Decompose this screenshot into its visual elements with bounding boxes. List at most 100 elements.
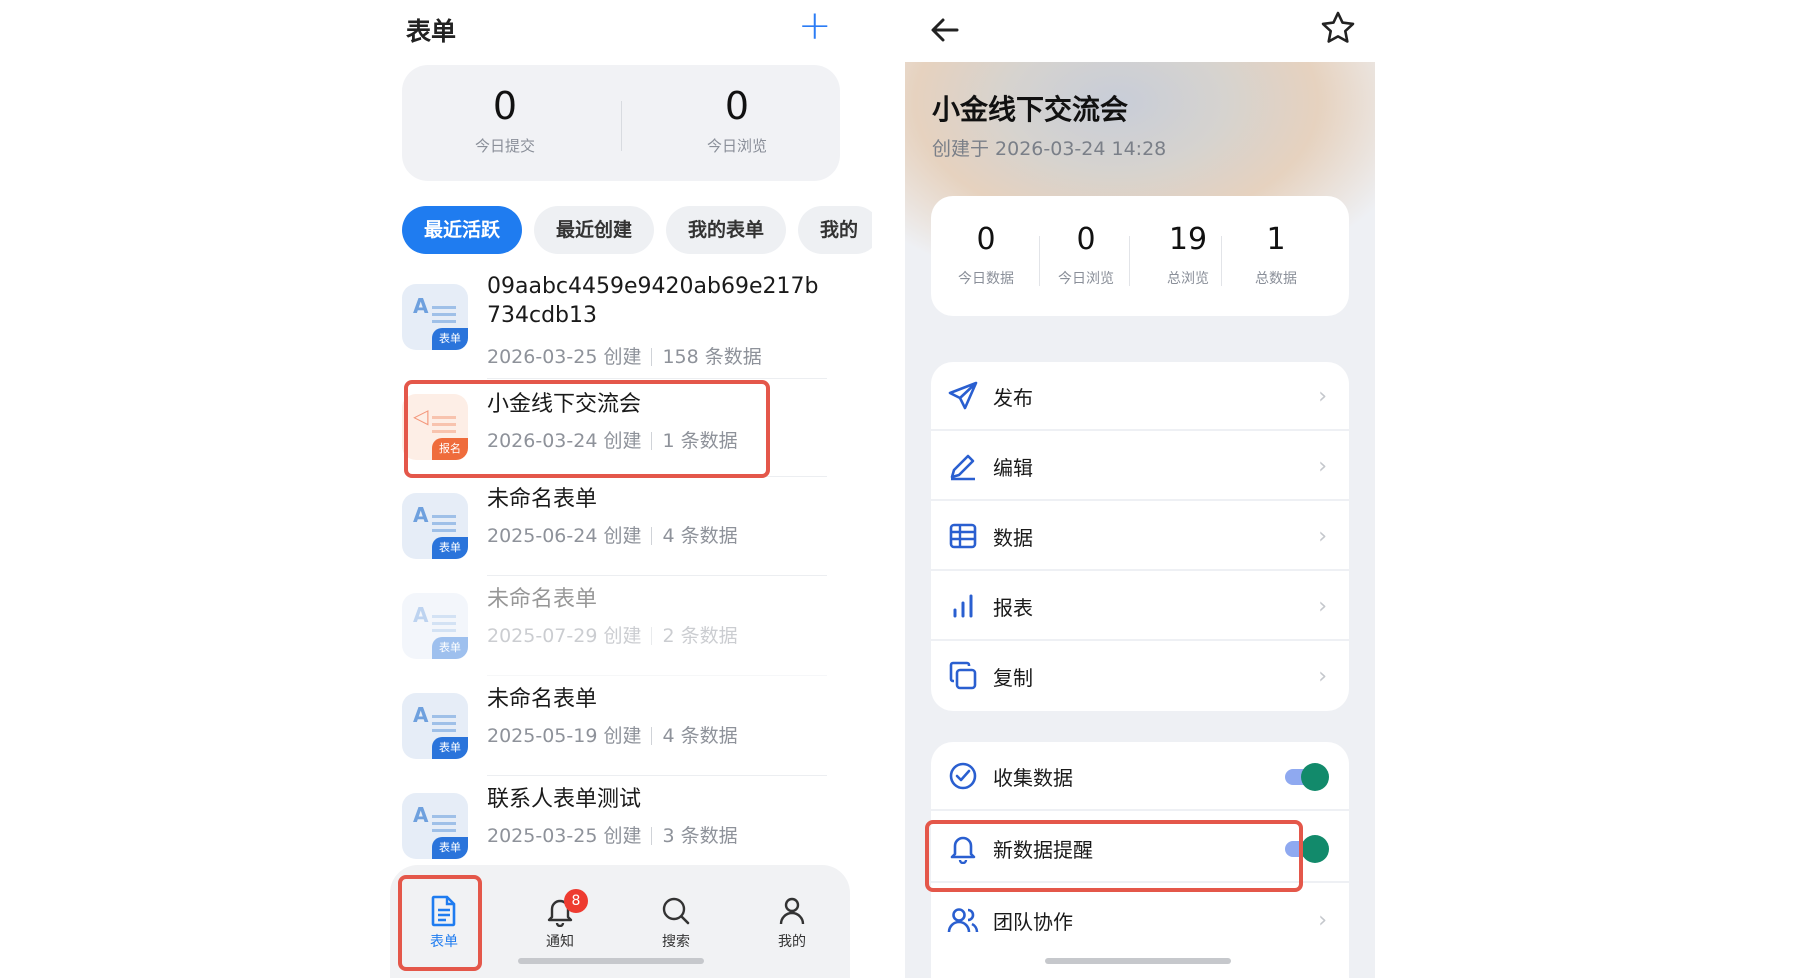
divider [487,675,827,676]
tab-recent-created[interactable]: 最近创建 [534,206,655,254]
stat-value: 0 [492,84,518,128]
form-icon: A 表单 [402,693,468,759]
list-item[interactable]: A 表单 09aabc4459e9420ab69e217b734cdb13 20… [402,272,842,382]
list-item[interactable]: A 表单 联系人表单测试 2025-03-25 创建 3 条数据 [402,785,842,865]
menu-data[interactable]: 数据 › [931,502,1349,571]
stat-total-views: 19 总浏览 [1143,222,1233,288]
nav-notifications[interactable]: 8 通知 [520,889,600,951]
action-menu: 发布 › 编辑 › 数据 › 报表 › 复制 › [931,362,1349,711]
chevron-right-icon: › [1318,594,1327,619]
nav-me[interactable]: 我的 [752,895,832,951]
form-tag: 表单 [432,637,468,659]
stat-value: 0 [1076,222,1096,257]
stat-value: 1 [1266,222,1286,257]
list-item[interactable]: ◁ 报名 小金线下交流会 2026-03-24 创建 1 条数据 [402,390,842,480]
item-count: 158 条数据 [662,346,762,368]
users-icon [947,904,979,936]
nav-label: 通知 [546,934,574,950]
menu-label: 收集数据 [993,766,1073,790]
item-title: 未命名表单 [487,587,598,612]
stat-today-views: 0 今日浏览 [672,83,802,156]
back-arrow-icon[interactable] [925,10,965,50]
stat-label: 今日提交 [474,137,535,155]
filter-tabs: 最近活跃 最近创建 我的表单 我的 [402,206,872,256]
menu-label: 报表 [993,596,1033,620]
item-count: 4 条数据 [662,725,738,747]
divider [487,775,827,776]
setting-team-collab[interactable]: 团队协作 › [931,886,1349,955]
stat-label: 今日浏览 [706,137,767,155]
list-item[interactable]: A 表单 未命名表单 2025-07-29 创建 2 条数据 [402,585,842,676]
chevron-right-icon: › [1318,524,1327,549]
item-created: 2025-06-24 创建 [487,525,642,547]
nav-label: 搜索 [662,934,690,950]
send-icon [947,380,979,412]
nav-label: 表单 [430,934,458,950]
form-name: 小金线下交流会 [932,93,1129,126]
tab-my-other[interactable]: 我的 [798,206,872,254]
plus-icon[interactable]: + [798,6,832,46]
form-icon: A 表单 [402,793,468,859]
bar-chart-icon [947,590,979,622]
menu-copy[interactable]: 复制 › [931,642,1349,711]
menu-report[interactable]: 报表 › [931,572,1349,641]
item-created: 2025-07-29 创建 [487,625,642,647]
item-count: 4 条数据 [662,525,738,547]
star-icon[interactable] [1318,8,1358,48]
form-icon: A 表单 [402,593,468,659]
nav-forms[interactable]: 表单 [404,895,484,951]
pencil-icon [947,450,979,482]
nav-search[interactable]: 搜索 [636,895,716,951]
list-item[interactable]: A 表单 未命名表单 2025-06-24 创建 4 条数据 [402,485,842,576]
stat-label: 总浏览 [1167,271,1209,287]
item-title: 09aabc4459e9420ab69e217b734cdb13 [487,274,819,328]
menu-edit[interactable]: 编辑 › [931,432,1349,501]
chevron-right-icon: › [1318,454,1327,479]
stat-label: 今日浏览 [1058,271,1114,287]
stat-today-data: 0 今日数据 [941,222,1031,288]
menu-label: 数据 [993,526,1033,550]
form-icon: A 表单 [402,493,468,559]
divider [487,575,827,576]
menu-label: 编辑 [993,456,1033,480]
item-count: 3 条数据 [662,825,738,847]
item-created: 2025-05-19 创建 [487,725,642,747]
home-indicator [518,958,704,964]
nav-label: 我的 [778,934,806,950]
item-title: 联系人表单测试 [487,787,642,812]
detail-stats-card: 0 今日数据 0 今日浏览 19 总浏览 1 总数据 [931,196,1349,316]
divider [621,101,622,151]
divider [487,378,827,379]
stat-label: 今日数据 [958,271,1014,287]
stat-today-submit: 0 今日提交 [440,83,570,156]
item-meta: 2025-06-24 创建 4 条数据 [487,521,738,548]
item-meta: 2026-03-25 创建 158 条数据 [487,342,762,369]
chevron-right-icon: › [1318,908,1327,933]
divider [1221,236,1222,286]
page-title: 表单 [406,17,457,46]
menu-label: 团队协作 [993,910,1073,934]
item-created: 2025-03-25 创建 [487,825,642,847]
signup-icon: ◁ 报名 [402,394,468,460]
form-detail-screen: 小金线下交流会 创建于 2026-03-24 14:28 0 今日数据 0 今日… [905,0,1375,978]
item-meta: 2025-05-19 创建 4 条数据 [487,721,738,748]
new-data-alert-toggle[interactable] [1285,835,1329,863]
chevron-right-icon: › [1318,384,1327,409]
copy-icon [947,660,979,692]
menu-publish[interactable]: 发布 › [931,362,1349,431]
item-title: 未命名表单 [487,687,598,712]
setting-collect-data: 收集数据 [931,742,1349,811]
collect-data-toggle[interactable] [1285,763,1329,791]
form-tag: 表单 [432,737,468,759]
item-meta: 2025-07-29 创建 2 条数据 [487,621,738,648]
tab-my-forms[interactable]: 我的表单 [666,206,787,254]
stat-today-views: 0 今日浏览 [1041,222,1131,288]
detail-body: 小金线下交流会 创建于 2026-03-24 14:28 0 今日数据 0 今日… [905,62,1375,978]
form-tag: 表单 [432,537,468,559]
menu-label: 新数据提醒 [993,838,1093,862]
tab-recent-active[interactable]: 最近活跃 [402,206,523,254]
list-item[interactable]: A 表单 未命名表单 2025-05-19 创建 4 条数据 [402,685,842,776]
form-created: 创建于 2026-03-24 14:28 [932,138,1167,160]
user-icon [752,895,832,931]
stat-value: 0 [976,222,996,257]
